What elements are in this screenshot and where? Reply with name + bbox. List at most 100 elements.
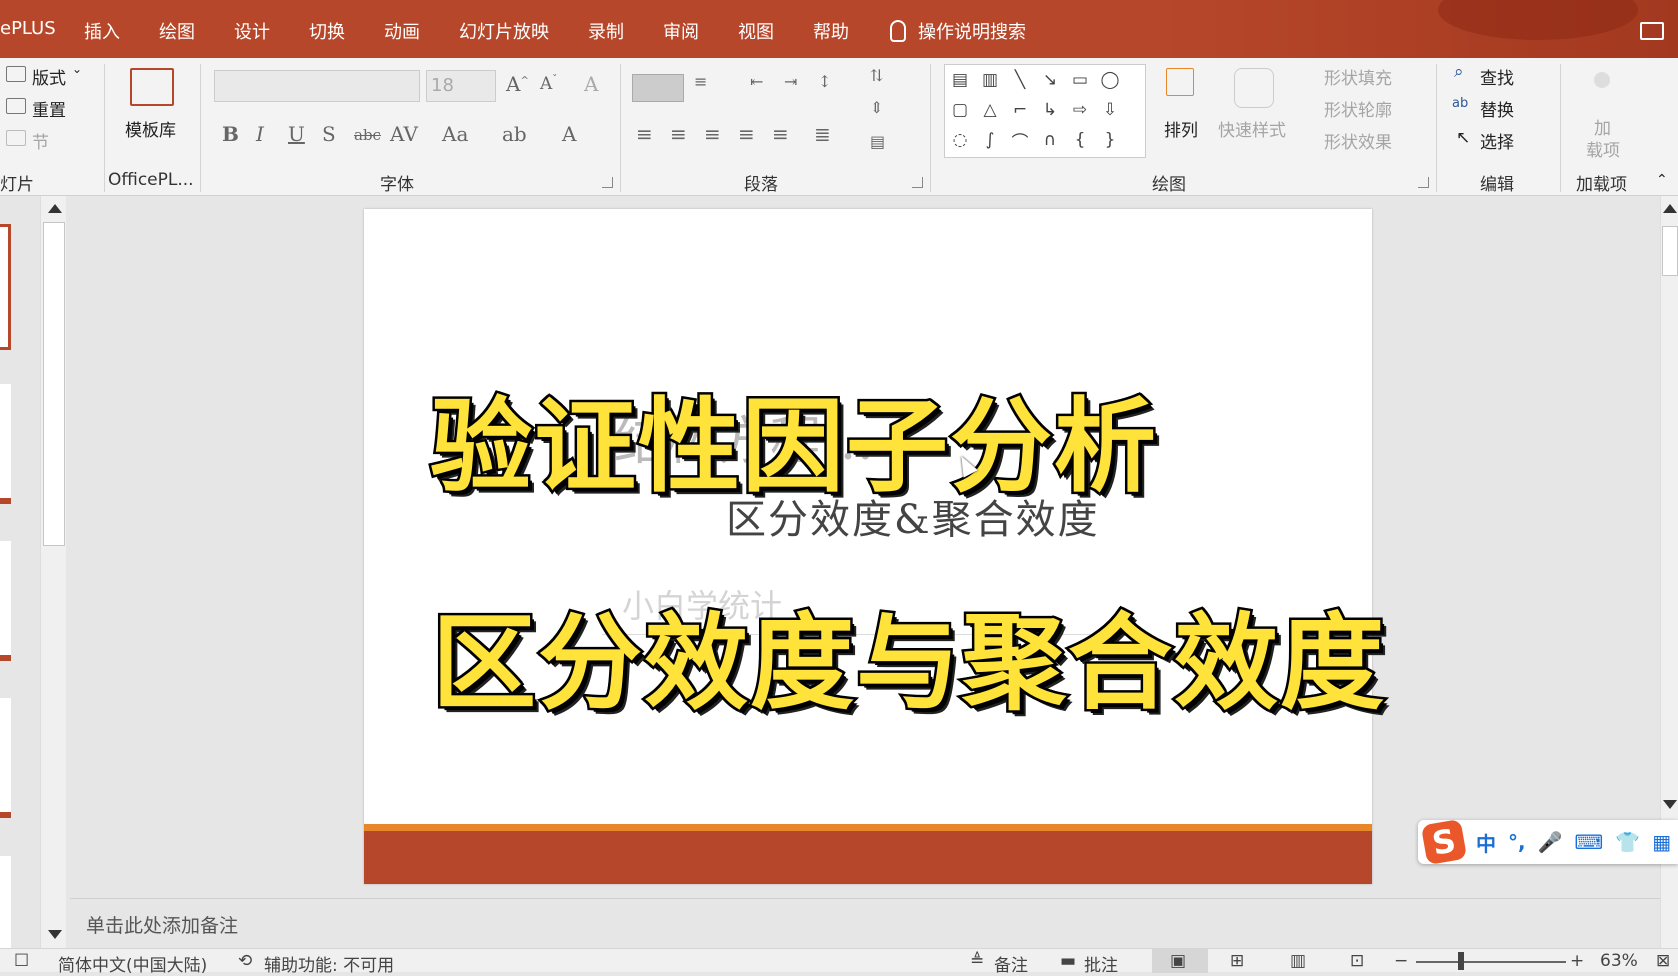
scroll-up-icon[interactable] (48, 204, 62, 213)
zoom-slider-knob[interactable] (1458, 952, 1464, 970)
increase-indent-button[interactable]: ⇥ (784, 72, 797, 91)
highlight-icon[interactable]: ab (502, 122, 527, 146)
paragraph-dialog-launcher-icon[interactable] (912, 177, 923, 188)
slide-scroll-up-icon[interactable] (1663, 204, 1677, 213)
zoom-in-button[interactable]: + (1570, 951, 1584, 971)
shapes-gallery[interactable]: ▤ ▥ ╲ ↘ ▭ ◯ ▢ △ ⌐ ↳ ⇨ ⇩ ◌ ∫ ⌒ ∩ { } (944, 64, 1146, 158)
comments-toggle-button[interactable]: 批注 (1084, 951, 1118, 976)
align-left-button[interactable]: ≡ (636, 122, 653, 146)
accessibility-status[interactable]: 辅助功能: 不可用 (264, 951, 394, 976)
strikethrough-button[interactable]: abc (354, 126, 381, 144)
menu-tab-5[interactable]: 动画 (384, 18, 420, 44)
notes-placeholder[interactable]: 单击此处添加备注 (86, 911, 238, 938)
align-center-button[interactable]: ≡ (670, 122, 687, 146)
section-button[interactable]: 节 (32, 128, 49, 153)
spell-check-icon[interactable]: ☐ (14, 951, 29, 971)
thumbnail-scrollbar[interactable] (40, 196, 66, 948)
italic-button[interactable]: I (256, 122, 264, 146)
thumbnail-slide-3[interactable] (0, 541, 11, 661)
menu-tab-6[interactable]: 幻灯片放映 (459, 18, 549, 44)
menu-tab-4[interactable]: 切换 (309, 18, 345, 44)
layout-button[interactable]: 版式 (32, 64, 66, 89)
shape-outline-button[interactable]: 形状轮廓 (1324, 96, 1392, 121)
menu-tab-2[interactable]: 绘图 (159, 18, 195, 44)
slide-sorter-icon[interactable]: ⊞ (1230, 951, 1244, 971)
font-size-box[interactable]: 18 (426, 70, 496, 102)
ime-toolbar[interactable]: S 中 °, 🎤 ⌨ 👕 ▦ (1418, 818, 1678, 866)
slide-scroll-thumb[interactable] (1662, 226, 1678, 276)
scroll-down-icon[interactable] (48, 930, 62, 939)
language-status[interactable]: 简体中文(中国大陆) (58, 951, 207, 976)
grow-font-button[interactable]: A^ (506, 72, 529, 96)
clear-format-icon[interactable]: A (584, 72, 598, 96)
ime-skin-icon[interactable]: 👕 (1615, 830, 1640, 854)
char-spacing-button[interactable]: AV (390, 122, 418, 146)
bullets-button[interactable] (632, 74, 684, 102)
drawing-group-label: 绘图 (1152, 175, 1186, 195)
replace-button[interactable]: 替换 (1480, 96, 1514, 121)
zoom-slider[interactable] (1416, 961, 1566, 963)
addins-label-2[interactable]: 载项 (1586, 136, 1620, 161)
slideshow-icon[interactable]: ⊡ (1350, 951, 1364, 971)
menu-tab-7[interactable]: 录制 (588, 18, 624, 44)
ime-punctuation-icon[interactable]: °, (1508, 830, 1526, 854)
underline-button[interactable]: U (288, 122, 305, 146)
slide-scroll-down-icon[interactable] (1663, 800, 1677, 809)
shape-fill-button[interactable]: 形状填充 (1324, 64, 1392, 89)
justify-button[interactable]: ≡ (738, 122, 755, 146)
scroll-thumb[interactable] (43, 222, 65, 546)
shrink-font-button[interactable]: Aˇ (540, 74, 557, 94)
find-button[interactable]: 查找 (1480, 64, 1514, 89)
menu-tab-3[interactable]: 设计 (234, 18, 270, 44)
font-name-box[interactable] (214, 70, 420, 102)
template-library-button[interactable]: 模板库 (125, 116, 176, 141)
smartart-button[interactable]: ▤ (870, 132, 885, 151)
notes-toggle-button[interactable]: 备注 (994, 951, 1028, 976)
zoom-level[interactable]: 63% (1600, 951, 1638, 971)
distributed-button[interactable]: ≡ (772, 122, 789, 146)
arrange-button[interactable]: 排列 (1164, 116, 1198, 141)
thumbnail-slide-1[interactable] (0, 224, 11, 350)
font-dialog-launcher-icon[interactable] (602, 177, 613, 188)
reset-button[interactable]: 重置 (32, 96, 66, 121)
notes-pane[interactable]: 单击此处添加备注 (70, 898, 1660, 948)
reading-view-icon[interactable]: ▥ (1290, 951, 1306, 971)
align-text-button[interactable]: ⇕ (870, 98, 883, 117)
normal-view-icon[interactable]: ▣ (1170, 951, 1186, 971)
bold-button[interactable]: B (222, 122, 239, 146)
select-button[interactable]: 选择 (1480, 128, 1514, 153)
menu-tab-8[interactable]: 审阅 (663, 18, 699, 44)
ime-keyboard-icon[interactable]: ⌨ (1575, 830, 1604, 854)
thumbnail-slide-5[interactable] (0, 856, 11, 948)
thumbnail-slide-2[interactable] (0, 384, 11, 504)
decrease-indent-button[interactable]: ⇤ (750, 72, 763, 91)
font-color-button[interactable]: A (562, 122, 576, 146)
sogou-logo-icon[interactable]: S (1420, 818, 1468, 866)
numbering-button[interactable]: ≡ (694, 72, 707, 91)
fit-to-window-icon[interactable]: ⊠ (1656, 951, 1670, 971)
quick-styles-button[interactable]: 快速样式 (1218, 116, 1286, 141)
shape-effects-button[interactable]: 形状效果 (1324, 128, 1392, 153)
accessibility-icon[interactable]: ⟲ (238, 951, 252, 971)
menu-tab-9[interactable]: 视图 (738, 18, 774, 44)
drawing-dialog-launcher-icon[interactable] (1418, 177, 1429, 188)
tell-me-search[interactable]: 操作说明搜索 (890, 18, 1026, 44)
slide-canvas[interactable]: 结构方程… 区分效度&聚合效度 小白学统计 (364, 209, 1372, 884)
collapse-ribbon-icon[interactable]: ⌃ (1656, 172, 1668, 188)
menu-tab-0[interactable]: ePLUS (0, 18, 56, 39)
down-arrow-shape-icon: ⇩ (1102, 100, 1118, 120)
zoom-out-button[interactable]: − (1394, 951, 1408, 971)
columns-button[interactable]: ≣ (814, 122, 831, 146)
align-right-button[interactable]: ≡ (704, 122, 721, 146)
comments-icon[interactable] (1640, 22, 1664, 40)
ime-chinese-mode[interactable]: 中 (1476, 828, 1496, 857)
line-spacing-button[interactable]: ↕ (818, 72, 831, 91)
ime-toolbox-icon[interactable]: ▦ (1652, 830, 1671, 854)
menu-tab-10[interactable]: 帮助 (813, 18, 849, 44)
shadow-button[interactable]: S (322, 122, 336, 146)
thumbnail-slide-4[interactable] (0, 698, 11, 818)
ime-voice-icon[interactable]: 🎤 (1538, 830, 1563, 854)
change-case-button[interactable]: Aa (442, 122, 468, 146)
menu-tab-1[interactable]: 插入 (84, 18, 120, 44)
text-direction-button[interactable]: ⇅ (870, 66, 883, 85)
